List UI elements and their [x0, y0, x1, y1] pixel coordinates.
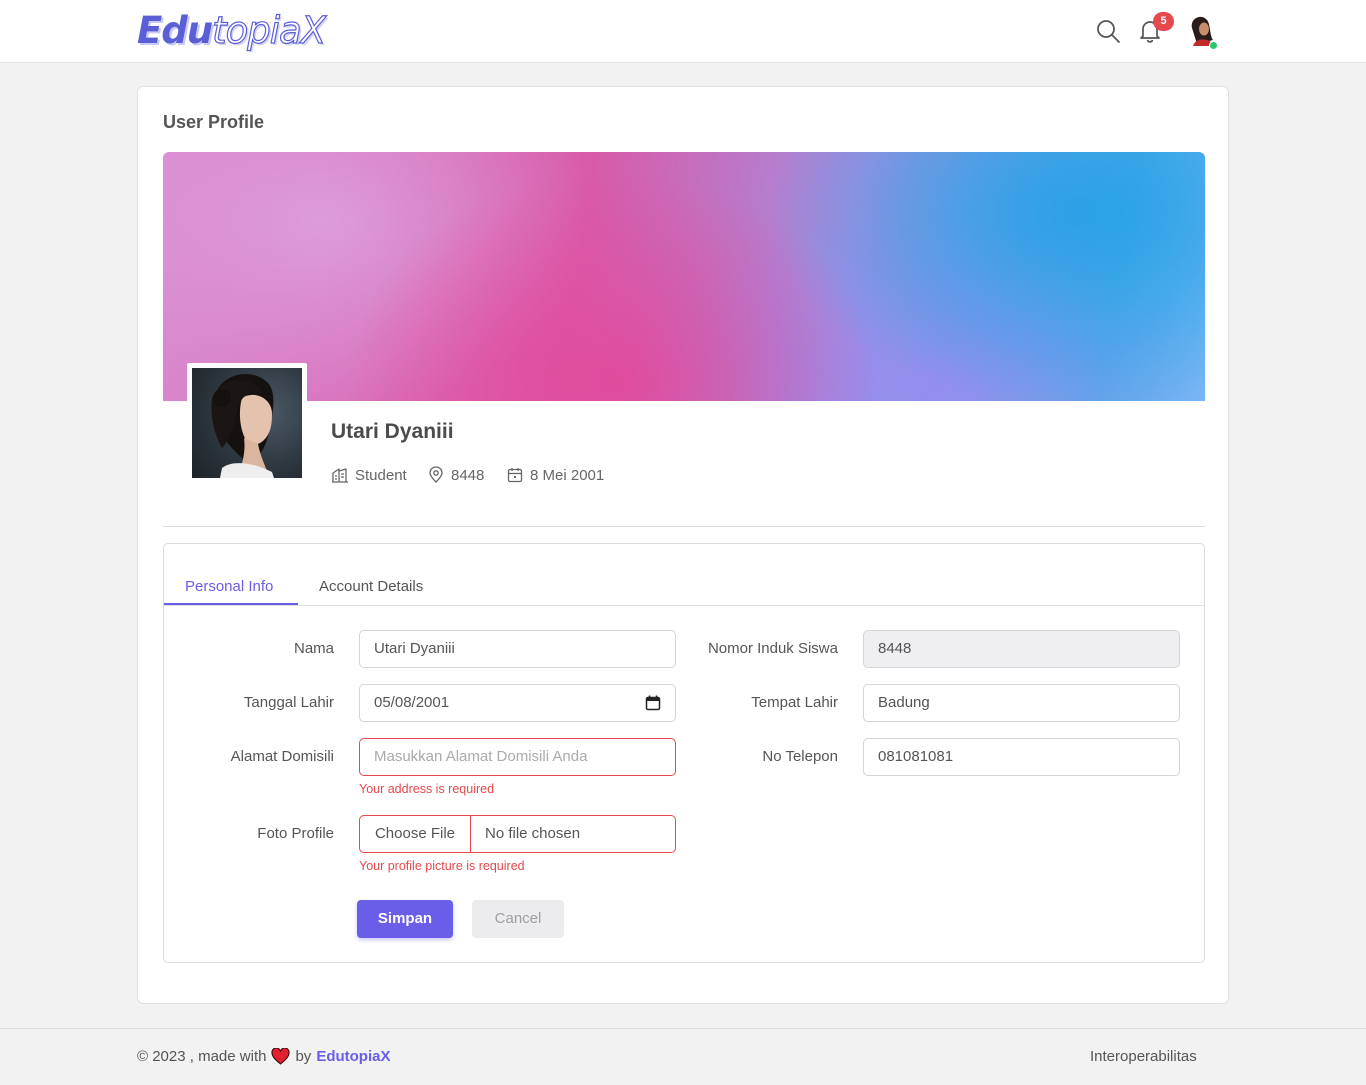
- search-icon[interactable]: [1095, 18, 1121, 44]
- tempat-lahir-input[interactable]: Badung: [863, 684, 1180, 722]
- tab-account-details[interactable]: Account Details: [319, 578, 423, 595]
- nis-label: Nomor Induk Siswa: [707, 640, 838, 657]
- tanggal-lahir-input[interactable]: 05/08/2001: [359, 684, 676, 722]
- online-status-indicator: [1209, 41, 1218, 50]
- footer-by-text: by: [295, 1048, 312, 1065]
- tab-personal-info[interactable]: Personal Info: [185, 578, 273, 595]
- active-tab-indicator: [164, 603, 298, 605]
- profile-card: User Profile Utari Dyaniii Student 8448 …: [137, 86, 1229, 1004]
- tempat-lahir-label: Tempat Lahir: [751, 694, 838, 711]
- map-pin-icon: [429, 466, 443, 483]
- notification-count-badge: 5: [1153, 12, 1174, 31]
- alamat-label: Alamat Domisili: [230, 748, 334, 765]
- profile-cover-banner: [163, 152, 1205, 401]
- page-title: User Profile: [163, 112, 265, 132]
- user-birth-date: 8 Mei 2001: [506, 466, 604, 484]
- save-button[interactable]: Simpan: [357, 900, 453, 938]
- foto-error-message: Your profile picture is required: [359, 859, 525, 873]
- heart-icon: [271, 1048, 290, 1065]
- profile-form-card: Personal Info Account Details Nama Utari…: [163, 543, 1205, 963]
- alamat-input[interactable]: Masukkan Alamat Domisili Anda: [359, 738, 676, 776]
- user-location: 8448: [427, 466, 484, 484]
- foto-label: Foto Profile: [257, 825, 334, 842]
- footer-brand-link[interactable]: EdutopiaX: [316, 1048, 390, 1065]
- profile-photo: [187, 363, 307, 483]
- telepon-input[interactable]: 081081081: [863, 738, 1180, 776]
- alamat-error-message: Your address is required: [359, 782, 495, 796]
- section-divider: [163, 526, 1205, 527]
- foto-file-input[interactable]: Choose File No file chosen: [359, 815, 676, 853]
- user-role: Student: [331, 466, 407, 484]
- building-icon: [332, 468, 348, 483]
- nama-label: Nama: [293, 640, 334, 657]
- profile-tabs: Personal Info Account Details: [164, 544, 1204, 606]
- calendar-icon: [507, 468, 523, 483]
- footer-copyright: © 2023 , made with: [137, 1048, 267, 1065]
- footer: © 2023 , made with by EdutopiaX Interope…: [0, 1028, 1366, 1085]
- telepon-label: No Telepon: [762, 748, 838, 765]
- nama-input[interactable]: Utari Dyaniii: [359, 630, 676, 668]
- file-status-text: No file chosen: [485, 825, 581, 842]
- app-logo[interactable]: EdutopiaX: [137, 8, 327, 54]
- nis-input: 8448: [863, 630, 1180, 668]
- cancel-button[interactable]: Cancel: [472, 900, 564, 938]
- tanggal-lahir-label: Tanggal Lahir: [243, 694, 334, 711]
- footer-credit: © 2023 , made with by EdutopiaX: [137, 1048, 390, 1065]
- footer-interoperabilitas-link[interactable]: Interoperabilitas: [1090, 1048, 1197, 1065]
- user-full-name: Utari Dyaniii: [331, 420, 454, 443]
- top-navbar: EdutopiaX 5: [0, 0, 1366, 63]
- choose-file-button[interactable]: Choose File: [360, 816, 471, 852]
